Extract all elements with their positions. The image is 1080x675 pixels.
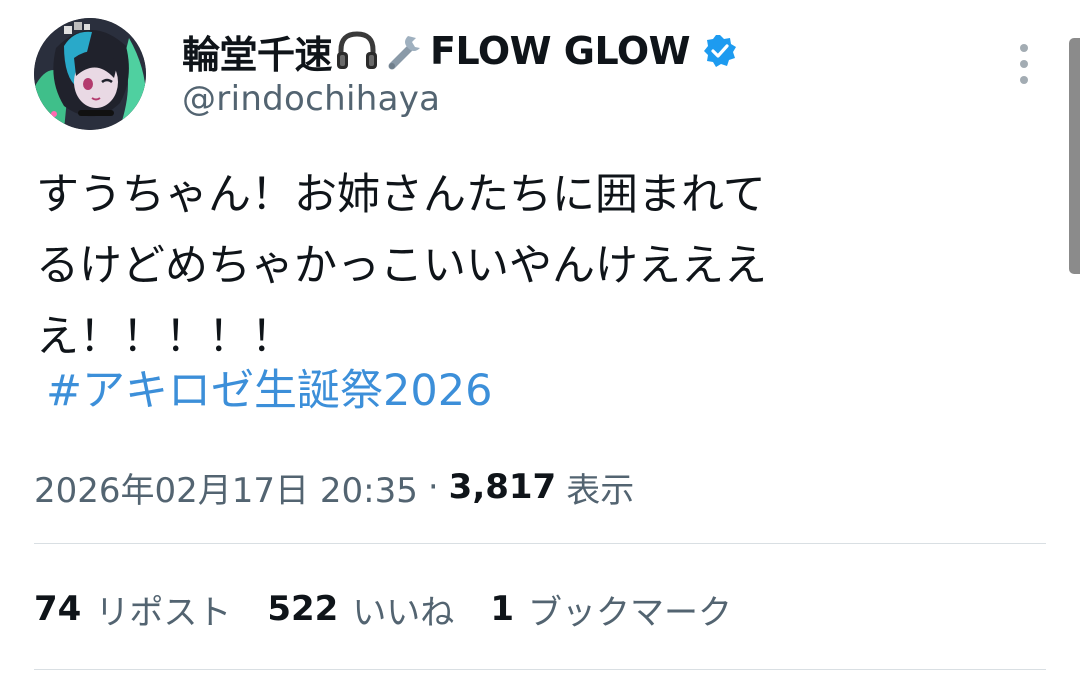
more-dot [1020, 44, 1028, 52]
author-name-row[interactable]: 輪堂千速 FLOW GLOW [182, 24, 738, 79]
author-handle[interactable]: @rindochihaya [182, 79, 440, 119]
likes-label: いいね [352, 592, 455, 633]
reposts-label: リポスト [95, 592, 232, 633]
divider [34, 543, 1046, 544]
engagement-stats: 74 リポスト 522 いいね 1 ブックマーク [34, 580, 768, 638]
tweet-text: すうちゃん！お姉さんたちに囲まれて るけどめちゃかっこいいやんけえええ え！！！… [36, 160, 926, 373]
likes-stat[interactable]: 522 いいね [267, 585, 454, 634]
reposts-count: 74 [34, 589, 82, 629]
headphones-icon [334, 28, 380, 74]
tweet-text-line: るけどめちゃかっこいいやんけえええ [36, 241, 767, 291]
views-label: 表示 [566, 470, 635, 511]
meta-separator: · [427, 467, 439, 507]
reposts-stat[interactable]: 74 リポスト [34, 585, 231, 634]
verified-badge-icon [702, 33, 738, 69]
hashtag-link[interactable]: #アキロゼ生誕祭2026 [46, 356, 492, 427]
wrench-icon [382, 28, 428, 74]
more-options-icon[interactable] [1010, 44, 1038, 84]
timestamp[interactable]: 2026年02月17日 20:35 [34, 463, 418, 512]
more-dot [1020, 60, 1028, 68]
tweet-meta: 2026年02月17日 20:35 · 3,817 表示 [34, 459, 634, 515]
bookmarks-count: 1 [490, 589, 514, 629]
display-name[interactable]: 輪堂千速 [182, 24, 333, 79]
likes-count: 522 [267, 589, 339, 629]
divider [34, 669, 1046, 670]
views-count: 3,817 [448, 467, 557, 507]
brand-name[interactable]: FLOW GLOW [430, 29, 691, 73]
avatar[interactable] [34, 18, 146, 130]
bookmarks-label: ブックマーク [527, 592, 732, 633]
avatar-image [34, 18, 146, 130]
bookmarks-stat[interactable]: 1 ブックマーク [490, 585, 732, 634]
more-dot [1020, 76, 1028, 84]
tweet-text-line: すうちゃん！お姉さんたちに囲まれて [36, 170, 766, 220]
scrollbar[interactable] [1069, 38, 1080, 274]
